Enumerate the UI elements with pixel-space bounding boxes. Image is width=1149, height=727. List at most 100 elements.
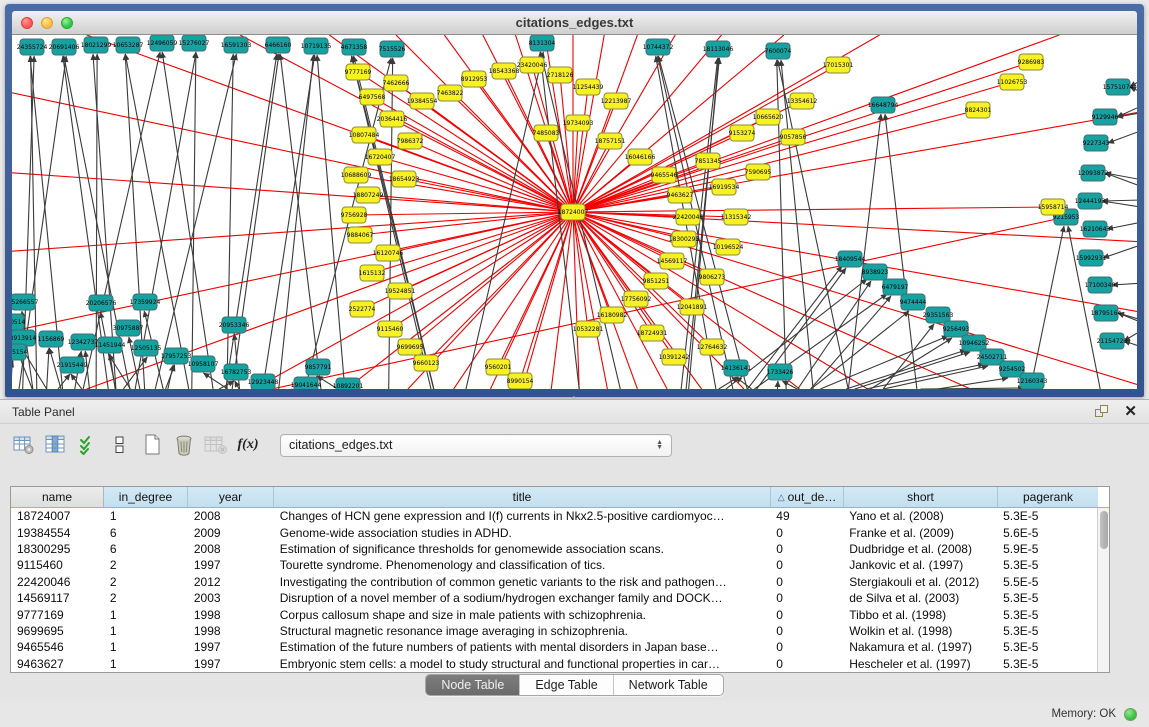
graph-node[interactable]: 25266557 bbox=[12, 294, 38, 310]
graph-node[interactable]: 9756928 bbox=[341, 207, 368, 223]
graph-node[interactable]: 19734093 bbox=[563, 115, 594, 131]
graph-node[interactable]: 9153274 bbox=[729, 125, 756, 141]
graph-node[interactable]: 12093872 bbox=[1078, 165, 1109, 181]
tab-node-table[interactable]: Node Table bbox=[426, 675, 519, 695]
column-header-short[interactable]: short bbox=[844, 487, 998, 507]
graph-node[interactable]: 10665620 bbox=[753, 109, 784, 125]
table-row[interactable]: 2242004622012Investigating the contribut… bbox=[11, 574, 1097, 590]
graph-node[interactable]: 9660123 bbox=[413, 355, 440, 371]
graph-node[interactable]: 20691406 bbox=[49, 39, 80, 55]
graph-node[interactable]: 8824301 bbox=[965, 102, 992, 118]
graph-node[interactable]: 10958107 bbox=[188, 356, 219, 372]
graph-node[interactable]: 14569117 bbox=[657, 253, 688, 269]
graph-node[interactable]: 12213987 bbox=[601, 93, 632, 109]
graph-node[interactable]: 16180982 bbox=[597, 307, 628, 323]
table-settings-icon[interactable] bbox=[10, 431, 38, 459]
graph-node[interactable]: 9286983 bbox=[1018, 54, 1045, 70]
network-view-window[interactable]: citations_edges.txt 24355724206914061802… bbox=[5, 4, 1144, 397]
graph-node[interactable]: 13354612 bbox=[787, 93, 818, 109]
graph-node[interactable]: 20953346 bbox=[219, 317, 250, 333]
table-row[interactable]: 1872400712008Changes of HCN gene express… bbox=[11, 508, 1097, 524]
graph-node[interactable]: 17359924 bbox=[130, 294, 161, 310]
graph-node[interactable]: 5905154 bbox=[12, 344, 28, 360]
graph-node[interactable]: 21915449 bbox=[57, 357, 88, 373]
column-header-out-degree[interactable]: △out_de… bbox=[771, 487, 844, 507]
graph-node[interactable]: 9129946 bbox=[1092, 109, 1119, 125]
graph-node[interactable]: 14136141 bbox=[721, 360, 752, 376]
graph-node[interactable]: 4671358 bbox=[341, 39, 368, 55]
graph-node[interactable]: 10744372 bbox=[643, 39, 674, 55]
graph-node[interactable]: 2718126 bbox=[547, 67, 574, 83]
graph-node[interactable]: 1733426 bbox=[767, 364, 794, 380]
graph-node[interactable]: 18409544 bbox=[835, 251, 866, 267]
graph-node[interactable]: 18795164 bbox=[1091, 305, 1122, 321]
graph-node[interactable]: 11254439 bbox=[573, 79, 604, 95]
select-columns-icon[interactable] bbox=[74, 431, 102, 459]
graph-node[interactable]: 18654923 bbox=[389, 171, 420, 187]
graph-node[interactable]: 9463627 bbox=[667, 187, 694, 203]
graph-node[interactable]: 16648794 bbox=[868, 97, 899, 113]
graph-node[interactable]: 17015301 bbox=[823, 57, 854, 73]
graph-node[interactable]: 8990154 bbox=[507, 373, 534, 389]
table-row[interactable]: 1830029562008Estimation of significance … bbox=[11, 541, 1097, 557]
graph-node[interactable]: 1615132 bbox=[359, 265, 386, 281]
table-row[interactable]: 946554611997Estimation of the future num… bbox=[11, 639, 1097, 655]
graph-node[interactable]: 12923448 bbox=[248, 374, 279, 389]
graph-node[interactable]: 6466160 bbox=[265, 37, 292, 53]
table-row[interactable]: 977716911998Corpus callosum shape and si… bbox=[11, 606, 1097, 622]
tab-edge-table[interactable]: Edge Table bbox=[519, 675, 612, 695]
graph-node[interactable]: 12041891 bbox=[677, 299, 708, 315]
graph-node[interactable]: 2522774 bbox=[349, 301, 376, 317]
column-header-pagerank[interactable]: pagerank bbox=[998, 487, 1098, 507]
float-panel-icon[interactable] bbox=[1095, 405, 1110, 419]
graph-node[interactable]: 20364416 bbox=[377, 111, 408, 127]
graph-node[interactable]: 10532281 bbox=[573, 321, 604, 337]
graph-node[interactable]: 10807484 bbox=[349, 127, 380, 143]
graph-node[interactable]: 24355724 bbox=[17, 39, 48, 55]
graph-node[interactable]: 1156869 bbox=[38, 331, 65, 347]
graph-node[interactable]: 19041644 bbox=[291, 377, 322, 389]
function-builder-icon[interactable]: f(x) bbox=[234, 431, 262, 459]
graph-node[interactable]: 22420046 bbox=[673, 209, 704, 225]
graph-node[interactable]: 16919534 bbox=[709, 179, 740, 195]
graph-node[interactable]: 7590695 bbox=[745, 164, 772, 180]
graph-node[interactable]: 7600074 bbox=[765, 43, 792, 59]
graph-node[interactable]: 9057856 bbox=[780, 129, 807, 145]
table-row[interactable]: 969969511998Structural magnetic resonanc… bbox=[11, 623, 1097, 639]
graph-node[interactable]: 7851345 bbox=[695, 153, 722, 169]
graph-node[interactable]: 9227343 bbox=[1083, 135, 1110, 151]
new-file-icon[interactable] bbox=[138, 431, 166, 459]
graph-node[interactable]: 10719135 bbox=[301, 38, 332, 54]
graph-node[interactable]: 10391242 bbox=[659, 349, 690, 365]
graph-node[interactable]: 16720407 bbox=[365, 149, 396, 165]
graph-node[interactable]: 6479197 bbox=[882, 279, 909, 295]
graph-node[interactable]: 7986372 bbox=[397, 133, 424, 149]
graph-node[interactable]: 30975887 bbox=[113, 320, 144, 336]
graph-node[interactable]: 18724007 bbox=[558, 204, 589, 220]
delete-table-icon[interactable] bbox=[202, 431, 230, 459]
graph-node[interactable]: 12444193 bbox=[1075, 193, 1106, 209]
graph-node[interactable]: 7485083 bbox=[533, 125, 560, 141]
graph-node[interactable]: 8938923 bbox=[862, 264, 889, 280]
graph-node[interactable]: 8131304 bbox=[529, 35, 556, 51]
graph-node[interactable]: 6497568 bbox=[359, 89, 386, 105]
column-header-title[interactable]: title bbox=[274, 487, 771, 507]
graph-node[interactable]: 16210643 bbox=[1080, 221, 1111, 237]
graph-node[interactable]: 9465546 bbox=[651, 167, 678, 183]
graph-node[interactable]: 11026753 bbox=[997, 74, 1028, 90]
graph-node[interactable]: 19384554 bbox=[407, 93, 438, 109]
table-selector-dropdown[interactable]: citations_edges.txt ▲▼ bbox=[280, 434, 672, 457]
graph-node[interactable]: 7462666 bbox=[383, 75, 410, 91]
graph-node[interactable]: 9857791 bbox=[305, 359, 332, 375]
graph-node[interactable]: 7515526 bbox=[379, 41, 406, 57]
graph-node[interactable]: 16120746 bbox=[373, 245, 404, 261]
graph-node[interactable]: 16046166 bbox=[625, 149, 656, 165]
graph-node[interactable]: 9806273 bbox=[699, 269, 726, 285]
graph-node[interactable]: 18300295 bbox=[669, 231, 700, 247]
graph-node[interactable]: 18543368 bbox=[489, 63, 520, 79]
citation-network-graph[interactable]: 2435572420691406180212991065328712496059… bbox=[12, 35, 1137, 389]
column-header-name[interactable]: name bbox=[11, 487, 104, 507]
table-row[interactable]: 1938455462009Genome-wide association stu… bbox=[11, 524, 1097, 540]
show-column-icon[interactable] bbox=[42, 431, 70, 459]
graph-node[interactable]: 10196524 bbox=[713, 239, 744, 255]
